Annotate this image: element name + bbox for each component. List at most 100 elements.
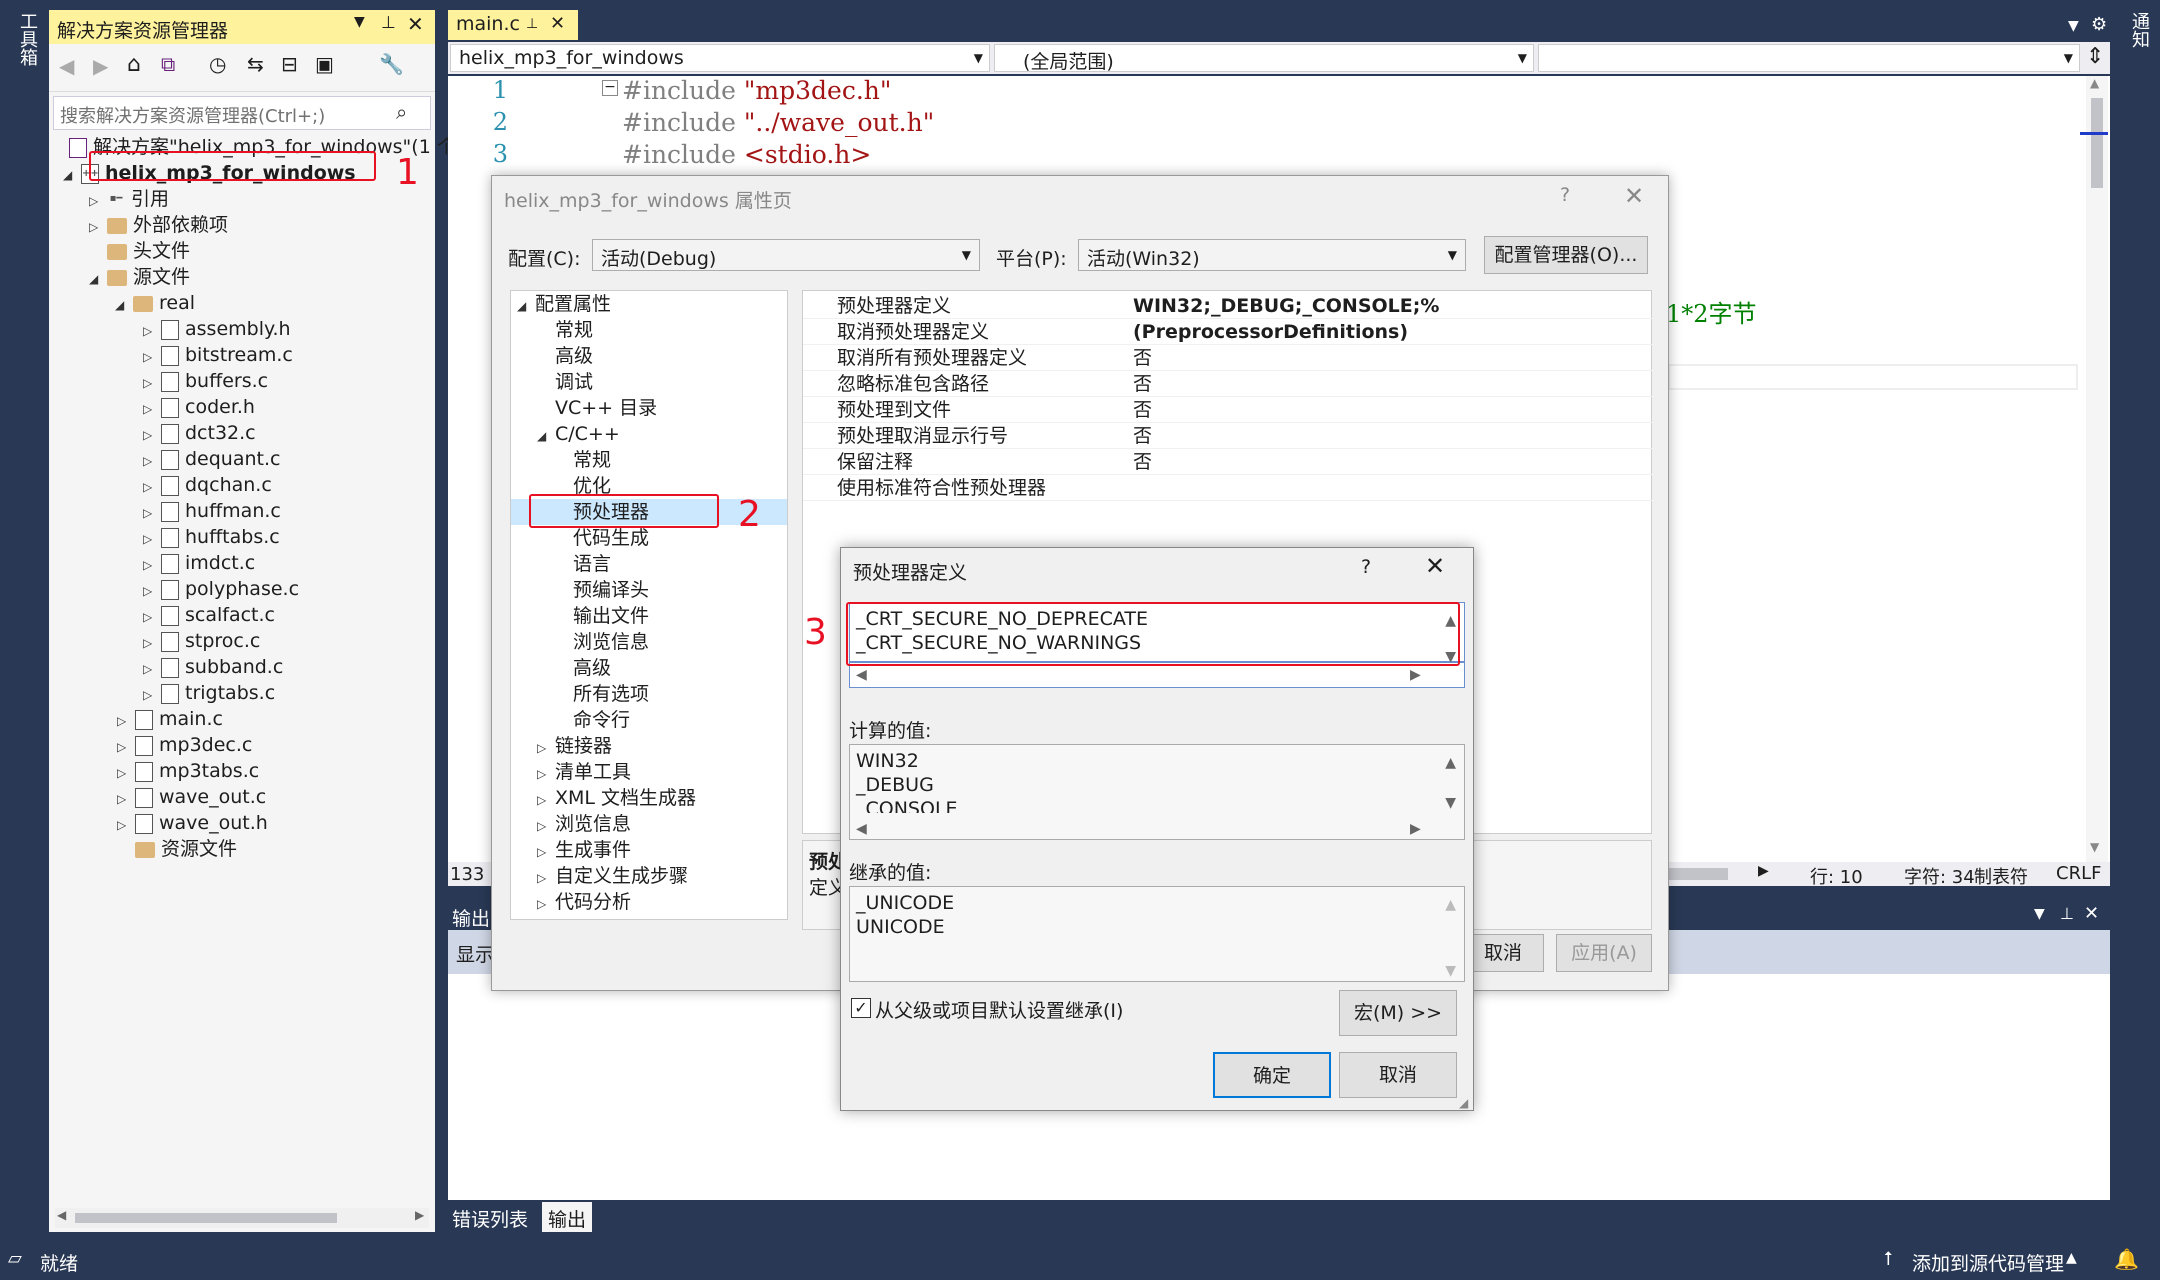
dropdown-icon[interactable]: ▼ — [2034, 906, 2045, 922]
scroll-left-icon[interactable]: ◀ — [856, 817, 867, 841]
property-row[interactable]: 使用标准符合性预处理器 — [803, 475, 1653, 501]
project-combo[interactable]: helix_mp3_for_windows ▼ — [450, 44, 990, 72]
help-button[interactable]: ? — [1361, 556, 1371, 578]
scroll-right-icon[interactable]: ▶ — [1410, 817, 1421, 841]
notification-bell-icon[interactable]: 🔔 — [2114, 1247, 2139, 1271]
pin-icon[interactable]: ⊥ — [381, 13, 396, 33]
scroll-down-icon[interactable]: ▼ — [1445, 791, 1456, 815]
apply-button[interactable]: 应用(A) — [1556, 934, 1652, 972]
property-row[interactable]: 预处理取消显示行号 否 — [803, 423, 1653, 449]
file-item[interactable]: ▷ mp3dec.c — [117, 732, 252, 758]
expanded-arrow-icon[interactable]: ◢ — [63, 162, 81, 188]
chevron-down-icon[interactable]: ▼ — [974, 51, 983, 65]
tree-item-xmldoc[interactable]: ▷ XML 文档生成器 — [537, 785, 696, 811]
macros-button[interactable]: 宏(M) >> — [1339, 990, 1457, 1036]
tree-item-custom-step[interactable]: ▷ 自定义生成步骤 — [537, 863, 688, 889]
member-combo[interactable]: ▼ — [1538, 44, 2080, 72]
file-item[interactable]: ▷ dct32.c — [143, 420, 256, 446]
scroll-left-icon[interactable]: ◀ — [856, 667, 867, 683]
collapse-toggle-icon[interactable]: − — [602, 80, 618, 96]
file-item[interactable]: ▷ imdct.c — [143, 550, 255, 576]
home-icon[interactable]: ⌂ — [127, 52, 141, 77]
split-icon[interactable]: ⇕ — [2086, 44, 2104, 69]
notifications-tab[interactable]: 通知 — [2126, 12, 2152, 48]
file-item[interactable]: ▷ assembly.h — [143, 316, 291, 342]
add-to-source-control[interactable]: 添加到源代码管理 — [1912, 1249, 2064, 1276]
tree-item-cpp-general[interactable]: 常规 — [573, 447, 611, 473]
file-item[interactable]: ▷ hufftabs.c — [143, 524, 280, 550]
tree-item-real[interactable]: ◢ real — [115, 290, 195, 316]
scroll-right-icon[interactable]: ▶ — [1410, 667, 1421, 683]
tree-item-advanced[interactable]: 高级 — [555, 343, 593, 369]
forward-icon[interactable]: ▶ — [93, 54, 108, 78]
config-select[interactable]: 活动(Debug) ▼ — [592, 239, 980, 271]
tab-error-list[interactable]: 错误列表 — [452, 1205, 528, 1232]
config-manager-button[interactable]: 配置管理器(O)... — [1484, 236, 1648, 274]
sync-icon[interactable]: ⇆ — [247, 52, 264, 76]
search-icon[interactable]: ⌕ — [396, 100, 407, 124]
tab-output[interactable]: 输出 — [542, 1202, 593, 1232]
settings-gear-icon[interactable]: ⚙ — [2091, 14, 2107, 35]
tree-item-pch[interactable]: 预编译头 — [573, 577, 649, 603]
resize-grip-icon[interactable]: ◢ — [1459, 1096, 1468, 1110]
file-item[interactable]: ▷ trigtabs.c — [143, 680, 275, 706]
scroll-up-icon[interactable]: ▲ — [1445, 751, 1456, 775]
tree-item-language[interactable]: 语言 — [573, 551, 611, 577]
expanded-arrow-icon[interactable]: ◢ — [89, 266, 107, 292]
property-row[interactable]: 忽略标准包含路径 否 — [803, 371, 1653, 397]
inherited-values-box[interactable]: _UNICODE UNICODE ▲ ▼ — [849, 886, 1465, 982]
property-row[interactable]: 取消所有预处理器定义 否 — [803, 345, 1653, 371]
tree-item-build-events[interactable]: ▷ 生成事件 — [537, 837, 631, 863]
close-icon[interactable]: ✕ — [1624, 182, 1644, 210]
vertical-scrollbar[interactable]: ▲ ▼ — [2080, 76, 2108, 862]
pin-icon[interactable]: ⊥ — [2060, 904, 2074, 923]
file-item[interactable]: ▷ buffers.c — [143, 368, 268, 394]
tree-item-all-options[interactable]: 所有选项 — [573, 681, 649, 707]
show-all-icon[interactable]: ▣ — [315, 52, 334, 76]
property-row[interactable]: 保留注释 否 — [803, 449, 1653, 475]
collapse-icon[interactable]: ⊟ — [281, 52, 298, 76]
file-item[interactable]: ▷ coder.h — [143, 394, 255, 420]
tree-item-codegen[interactable]: 代码生成 — [573, 525, 649, 551]
collapsed-arrow-icon[interactable]: ▷ — [89, 188, 107, 214]
h-scroll-thumb[interactable] — [1668, 868, 1728, 880]
cancel-button[interactable]: 取消 — [1339, 1052, 1457, 1098]
chevron-down-icon[interactable]: ▼ — [2064, 51, 2073, 65]
tree-item-browse[interactable]: 浏览信息 — [573, 629, 649, 655]
file-item[interactable]: ▷ subband.c — [143, 654, 283, 680]
chevron-down-icon[interactable]: ▼ — [1518, 51, 1527, 65]
property-row[interactable]: 取消预处理器定义 — [803, 319, 1653, 345]
close-icon[interactable]: ✕ — [2084, 903, 2099, 924]
tree-item-command-line[interactable]: 命令行 — [573, 707, 630, 733]
close-icon[interactable]: ✕ — [407, 12, 424, 36]
chevron-down-icon[interactable]: ▼ — [962, 248, 971, 262]
scroll-down-icon[interactable]: ▼ — [1445, 959, 1456, 983]
platform-select[interactable]: 活动(Win32) ▼ — [1078, 239, 1466, 271]
file-item[interactable]: ▷ wave_out.c — [117, 784, 266, 810]
file-item[interactable]: ▷ mp3tabs.c — [117, 758, 259, 784]
file-item[interactable]: ▷ dequant.c — [143, 446, 280, 472]
tree-item-general[interactable]: 常规 — [555, 317, 593, 343]
file-item[interactable]: ▷ huffman.c — [143, 498, 281, 524]
file-item[interactable]: ▷ scalfact.c — [143, 602, 275, 628]
scope-combo[interactable]: (全局范围) ▼ — [994, 44, 1534, 73]
scroll-up-icon[interactable]: ▲ — [1445, 893, 1456, 917]
file-item[interactable]: ▷ wave_out.h — [117, 810, 268, 836]
property-row[interactable]: 预处理器定义 WIN32;_DEBUG;_CONSOLE;%(Preprocess… — [803, 293, 1653, 343]
close-icon[interactable]: ✕ — [550, 13, 565, 34]
file-item[interactable]: ▷ polyphase.c — [143, 576, 299, 602]
tree-item-cpp[interactable]: ◢ C/C++ — [537, 421, 620, 447]
tree-item-output-files[interactable]: 输出文件 — [573, 603, 649, 629]
tree-item-external[interactable]: ▷ 外部依赖项 — [89, 212, 228, 238]
dropdown-icon[interactable]: ▼ — [354, 14, 365, 30]
toolbox-tab[interactable]: 工具箱 — [14, 12, 40, 66]
tree-item-resources[interactable]: 资源文件 — [117, 836, 237, 862]
scroll-right-icon[interactable]: ▶ — [1758, 863, 1769, 879]
tab-list-dropdown-icon[interactable]: ▼ — [2068, 18, 2079, 34]
history-icon[interactable]: ◷ — [209, 52, 226, 76]
tree-item-debugging[interactable]: 调试 — [555, 369, 593, 395]
properties-wrench-icon[interactable]: 🔧 — [379, 52, 404, 76]
tree-item-cpp-advanced[interactable]: 高级 — [573, 655, 611, 681]
collapsed-arrow-icon[interactable]: ▷ — [89, 214, 107, 240]
chevron-down-icon[interactable]: ▼ — [1448, 248, 1457, 262]
